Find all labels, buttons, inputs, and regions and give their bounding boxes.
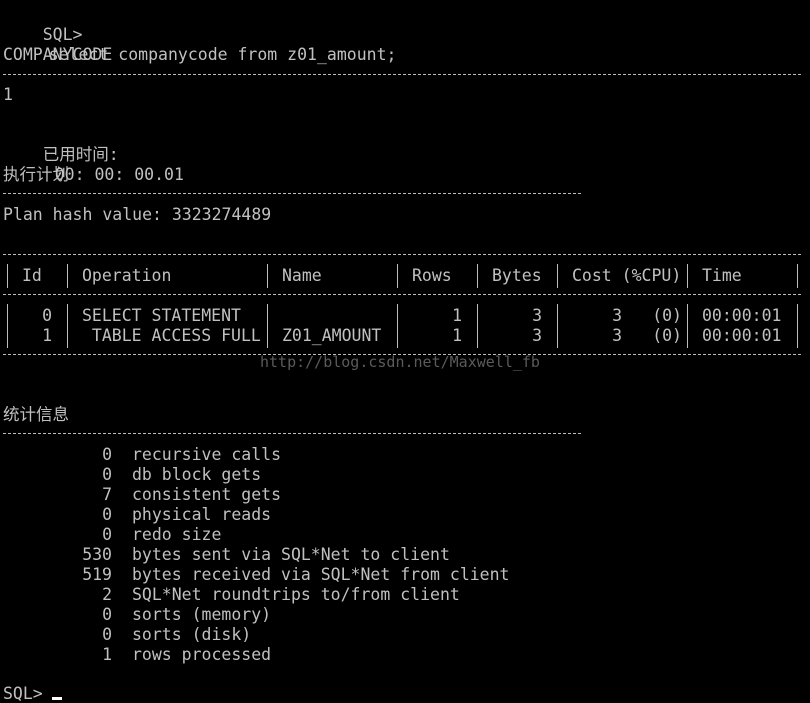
row-bytes: 3	[532, 306, 542, 325]
elapsed-label: 已用时间:	[42, 145, 119, 164]
stat-label: bytes received via SQL*Net from client	[132, 565, 510, 584]
command-line: SQL> select companycode from z01_amount;	[3, 5, 397, 64]
column-divider	[557, 264, 558, 288]
header-cost: Cost (%CPU)	[572, 266, 682, 285]
row-operation: TABLE ACCESS FULL	[82, 326, 261, 345]
stats-heading: 统计信息	[3, 405, 69, 424]
stat-label: consistent gets	[132, 485, 282, 504]
plan-table-top-border	[3, 254, 801, 255]
terminal-window[interactable]: SQL> select companycode from z01_amount;…	[0, 0, 810, 703]
watermark-text: http://blog.csdn.net/Maxwell_fb	[260, 353, 540, 371]
stat-value: 530	[82, 545, 112, 564]
stats-heading-separator	[3, 433, 581, 434]
plan-heading-separator	[3, 193, 581, 194]
plan-hash-value: Plan hash value: 3323274489	[3, 205, 272, 224]
row-id: 1	[42, 326, 52, 345]
stat-value: 0	[102, 525, 112, 544]
row-name: Z01_AMOUNT	[282, 326, 382, 345]
column-divider	[797, 304, 798, 348]
stat-value: 0	[102, 605, 112, 624]
row-id: 0	[42, 306, 52, 325]
header-id: Id	[22, 266, 42, 285]
stat-value: 2	[102, 585, 112, 604]
header-time: Time	[702, 266, 742, 285]
stat-value: 7	[102, 485, 112, 504]
stat-value: 0	[102, 505, 112, 524]
stat-label: redo size	[132, 525, 222, 544]
column-divider	[557, 304, 558, 348]
column-divider	[397, 304, 398, 348]
stat-label: recursive calls	[132, 445, 282, 464]
column-divider	[67, 264, 68, 288]
row-bytes: 3	[532, 326, 542, 345]
plan-heading: 执行计划	[3, 165, 69, 184]
row-time: 00:00:01	[702, 326, 782, 345]
column-divider	[397, 264, 398, 288]
column-divider	[687, 304, 688, 348]
result-column-header: COMPANYCODE	[3, 45, 113, 64]
stat-label: SQL*Net roundtrips to/from client	[132, 585, 460, 604]
row-rows: 1	[452, 326, 462, 345]
header-rows: Rows	[412, 266, 452, 285]
stat-label: sorts (disk)	[132, 625, 252, 644]
elapsed-value: 00: 00: 00.01	[54, 165, 184, 184]
result-value: 1	[3, 85, 13, 104]
header-bytes: Bytes	[492, 266, 542, 285]
header-operation: Operation	[82, 266, 172, 285]
stat-label: rows processed	[132, 645, 272, 664]
stat-label: bytes sent via SQL*Net to client	[132, 545, 450, 564]
stat-value: 0	[102, 625, 112, 644]
column-divider	[67, 304, 68, 348]
column-divider	[477, 264, 478, 288]
row-cost: 3	[612, 326, 622, 345]
row-cost: 3	[612, 306, 622, 325]
elapsed-time: 已用时间: 00: 00: 00.01	[3, 125, 184, 184]
stat-value: 1	[102, 645, 112, 664]
text-cursor[interactable]	[52, 697, 62, 700]
stat-value: 519	[82, 565, 112, 584]
stat-label: db block gets	[132, 465, 262, 484]
column-divider	[687, 264, 688, 288]
stat-label: sorts (memory)	[132, 605, 272, 624]
header-name: Name	[282, 266, 322, 285]
row-operation: SELECT STATEMENT	[82, 306, 241, 325]
stat-value: 0	[102, 465, 112, 484]
row-cpu: (0)	[652, 306, 682, 325]
final-prompt: SQL>	[3, 684, 43, 703]
plan-table-header-separator	[3, 294, 801, 295]
stat-label: physical reads	[132, 505, 272, 524]
column-divider	[7, 264, 8, 288]
column-divider	[477, 304, 478, 348]
stat-value: 0	[102, 445, 112, 464]
sql-prompt: SQL>	[42, 25, 83, 44]
column-divider	[797, 264, 798, 288]
column-divider	[267, 264, 268, 288]
row-cpu: (0)	[652, 326, 682, 345]
result-separator	[3, 74, 801, 75]
column-divider	[267, 304, 268, 348]
row-time: 00:00:01	[702, 306, 782, 325]
row-rows: 1	[452, 306, 462, 325]
column-divider	[7, 304, 8, 348]
